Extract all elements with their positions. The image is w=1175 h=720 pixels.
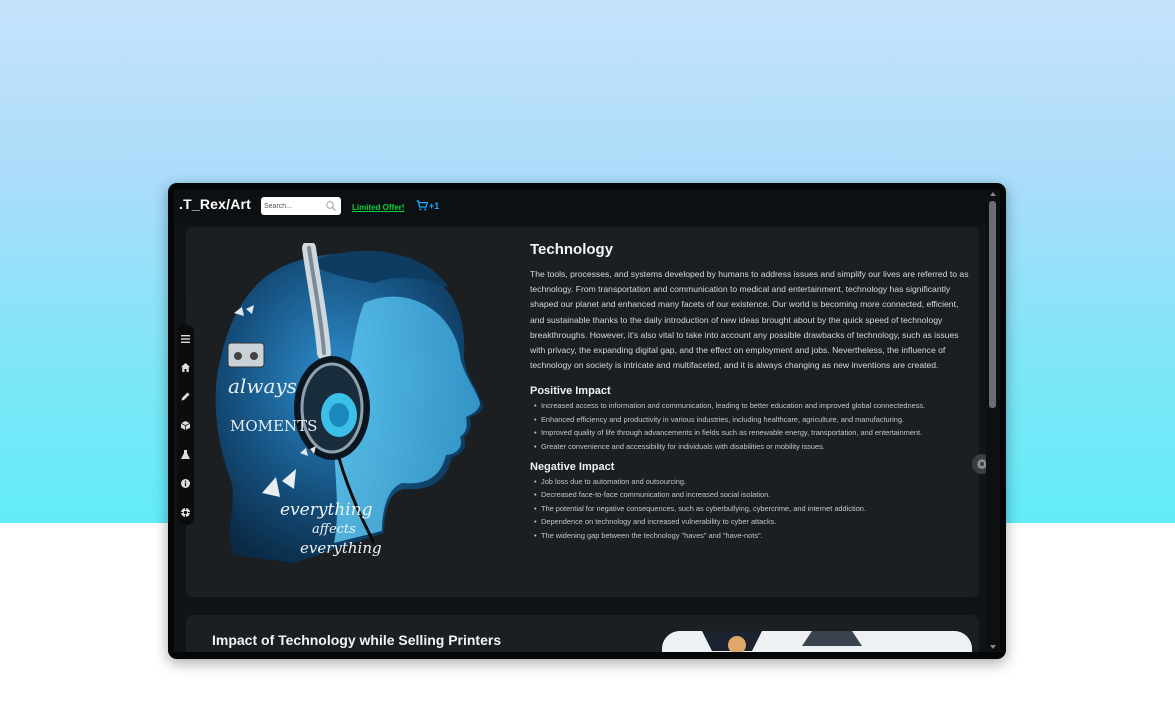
cart-button[interactable]: +1 [416, 200, 439, 211]
technology-card: always MOMENTS everything affects everyt… [186, 227, 979, 597]
list-item: The widening gap between the technology … [534, 529, 970, 543]
list-item: Greater convenience and accessibility fo… [534, 440, 970, 454]
article-intro: The tools, processes, and systems develo… [530, 269, 969, 371]
printers-section-card: Impact of Technology while Selling Print… [186, 615, 979, 652]
cart-icon [416, 200, 428, 211]
article-title: Technology [530, 241, 614, 258]
cart-count: +1 [429, 200, 440, 211]
search-box [261, 197, 341, 215]
settings-icon [181, 508, 190, 517]
info-button[interactable] [179, 477, 192, 490]
artwork-word-affects: affects [312, 522, 356, 537]
cube-icon [181, 421, 190, 430]
article-text: Technology The tools, processes, and sys… [530, 241, 970, 542]
edit-button[interactable] [179, 390, 192, 403]
scroll-down-arrow[interactable] [990, 645, 996, 649]
list-item: Enhanced efficiency and productivity in … [534, 413, 970, 427]
lab-button[interactable] [179, 448, 192, 461]
flask-icon [181, 450, 190, 459]
site-logo[interactable]: .T_Rex/Art [179, 196, 251, 212]
printers-section-image [662, 631, 972, 652]
vertical-scrollbar[interactable] [986, 189, 1000, 652]
scroll-up-arrow[interactable] [990, 192, 996, 196]
products-button[interactable] [179, 419, 192, 432]
home-button[interactable] [179, 361, 192, 374]
side-navigation [177, 325, 194, 525]
info-icon [181, 479, 190, 488]
artwork-word-always: always [228, 374, 297, 398]
printers-section-title: Impact of Technology while Selling Print… [212, 632, 502, 648]
artwork-word-everything: everything [280, 500, 373, 520]
artwork-word-moments: MOMENTS [230, 417, 317, 435]
list-item: Improved quality of life through advance… [534, 426, 970, 440]
pencil-icon [181, 392, 190, 401]
browser-window: .T_Rex/Art Limited Offer! +1 [168, 183, 1006, 659]
limited-offer-link[interactable]: Limited Offer! [352, 203, 404, 212]
settings-button[interactable] [179, 506, 192, 519]
scrollbar-thumb[interactable] [989, 201, 996, 408]
positive-impact-heading: Positive Impact [530, 385, 611, 398]
gear-icon [976, 458, 986, 470]
list-item: Job loss due to automation and outsourci… [534, 475, 970, 489]
menu-icon [181, 334, 190, 343]
menu-button[interactable] [179, 332, 192, 345]
search-icon[interactable] [325, 200, 337, 212]
positive-impact-list: Increased access to information and comm… [530, 399, 970, 453]
floating-settings-button[interactable] [972, 454, 986, 474]
home-icon [181, 363, 190, 372]
search-input[interactable] [264, 199, 322, 213]
navbar: .T_Rex/Art Limited Offer! +1 [174, 189, 986, 225]
negative-impact-list: Job loss due to automation and outsourci… [530, 475, 970, 542]
list-item: Increased access to information and comm… [534, 399, 970, 413]
viewport: .T_Rex/Art Limited Offer! +1 [174, 189, 986, 652]
headphones-portrait-artwork: always MOMENTS everything affects everyt… [215, 243, 483, 563]
list-item: The potential for negative consequences,… [534, 502, 970, 516]
list-item: Decreased face-to-face communication and… [534, 488, 970, 502]
negative-impact-heading: Negative Impact [530, 461, 615, 474]
artwork-word-everything-2: everything [300, 539, 382, 557]
list-item: Dependence on technology and increased v… [534, 515, 970, 529]
